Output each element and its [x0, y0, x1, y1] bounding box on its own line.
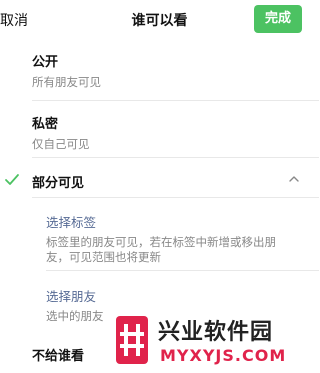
option-private-title: 私密 — [32, 117, 59, 132]
option-partial-title: 部分可见 — [32, 176, 85, 191]
divider — [46, 270, 319, 271]
watermark-domain: MYXYJS.COM — [160, 346, 287, 365]
sub-option-tags-desc: 标签里的朋友可见，若在标签中新增或移出朋友，可见范围也将更新 — [46, 235, 276, 264]
done-button[interactable]: 完成 — [254, 5, 302, 33]
option-exclude[interactable]: 不给谁看 — [32, 345, 84, 364]
option-private[interactable]: 私密 仅自己可见 — [32, 113, 90, 152]
option-public-subtitle: 所有朋友可见 — [32, 75, 101, 89]
sub-option-friends-desc: 选中的朋友 — [46, 309, 104, 323]
chevron-up-icon[interactable] — [287, 172, 301, 186]
watermark-name: 兴业软件园 — [158, 320, 274, 345]
checkmark-icon — [5, 174, 19, 185]
watermark: 兴业软件园 MYXYJS.COM — [112, 310, 319, 373]
option-public[interactable]: 公开 所有朋友可见 — [32, 51, 101, 90]
divider — [32, 157, 319, 158]
sub-option-friends-title: 选择朋友 — [46, 289, 97, 304]
watermark-logo-icon — [116, 316, 148, 364]
sub-option-tags[interactable]: 选择标签 标签里的朋友可见，若在标签中新增或移出朋友，可见范围也将更新 — [46, 212, 286, 265]
top-bar: 取消 谁可以看 完成 — [0, 0, 319, 38]
option-exclude-title: 不给谁看 — [32, 349, 85, 364]
option-private-subtitle: 仅自己可见 — [32, 137, 90, 151]
option-public-title: 公开 — [32, 55, 59, 70]
divider — [32, 197, 319, 198]
option-partial[interactable]: 部分可见 — [32, 172, 84, 191]
sub-option-tags-title: 选择标签 — [46, 215, 97, 230]
divider — [32, 100, 319, 101]
sub-option-friends[interactable]: 选择朋友 选中的朋友 — [46, 286, 104, 324]
